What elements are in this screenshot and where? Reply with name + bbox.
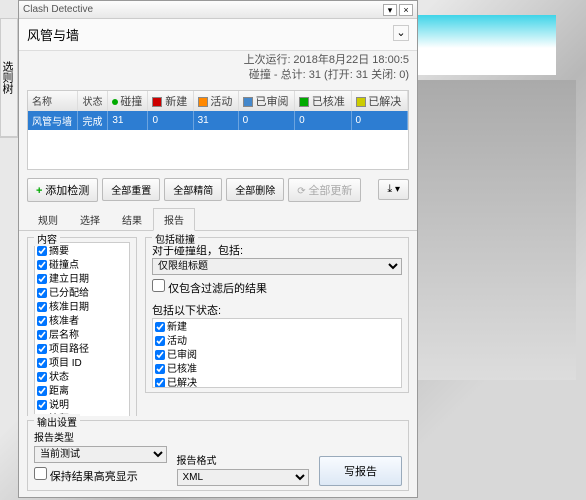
update-all-button[interactable]: ⟳ 全部更新	[288, 178, 361, 202]
group-select[interactable]: 仅限组标题	[152, 258, 402, 275]
test-name: 风管与墙	[27, 25, 79, 44]
pin-icon[interactable]: ▾	[383, 4, 397, 16]
states-checklist[interactable]: 新建活动已审阅已核准已解决	[152, 318, 402, 388]
check-item[interactable]: 距离	[37, 385, 127, 399]
report-type-select[interactable]: 当前测试	[34, 446, 167, 463]
check-item[interactable]: 新建	[155, 321, 399, 335]
grid-header-row: 名称 状态 碰撞 新建 活动 已审阅 已核准 已解决	[28, 91, 408, 111]
tab-results[interactable]: 结果	[111, 208, 153, 230]
check-item[interactable]: 已审阅	[155, 349, 399, 363]
include-legend: 包括碰撞	[152, 231, 198, 246]
export-button[interactable]: ⤓ ▾	[378, 179, 409, 200]
check-item[interactable]: 已分配给	[37, 287, 127, 301]
compact-all-button[interactable]: 全部精简	[164, 178, 222, 201]
tests-grid[interactable]: 名称 状态 碰撞 新建 活动 已审阅 已核准 已解决 风管与墙完成 310 31…	[27, 90, 409, 170]
tab-select[interactable]: 选择	[69, 208, 111, 230]
report-type-label: 报告类型	[34, 429, 167, 444]
filter-only-checkbox[interactable]	[152, 279, 165, 292]
check-item[interactable]: 项目 ID	[37, 357, 127, 371]
reset-all-button[interactable]: 全部重置	[102, 178, 160, 201]
dock-tab[interactable]: 选则树	[0, 19, 17, 137]
tab-rules[interactable]: 规则	[27, 208, 69, 230]
content-checklist[interactable]: 摘要碰撞点建立日期已分配给核准日期核准者层名称项目路径项目 ID状态距离说明注释…	[34, 242, 130, 416]
dock-sidebar[interactable]: 选则树 集合 剖单 | 真	[0, 18, 18, 138]
detail-tabs: 规则 选择 结果 报告	[19, 208, 417, 231]
tests-toolbar: + 添加检测 全部重置 全部精简 全部删除 ⟳ 全部更新 ⤓ ▾	[19, 174, 417, 206]
export-icon: ⤓	[387, 183, 392, 195]
content-legend: 内容	[34, 231, 60, 246]
check-item[interactable]: 活动	[155, 335, 399, 349]
tab-report[interactable]: 报告	[153, 208, 195, 231]
check-item[interactable]: 项目路径	[37, 343, 127, 357]
check-item[interactable]: 核准日期	[37, 301, 127, 315]
check-item[interactable]: 状态	[37, 371, 127, 385]
keep-highlight-checkbox[interactable]	[34, 467, 47, 480]
states-legend: 包括以下状态:	[152, 302, 402, 318]
clash-detective-panel: Clash Detective ▾ × 风管与墙 ⌄ 上次运行: 2018年8月…	[18, 0, 418, 498]
check-item[interactable]: 建立日期	[37, 273, 127, 287]
close-icon[interactable]: ×	[399, 4, 413, 16]
delete-all-button[interactable]: 全部删除	[226, 178, 284, 201]
titlebar[interactable]: Clash Detective ▾ ×	[19, 1, 417, 19]
collapse-icon[interactable]: ⌄	[393, 25, 409, 41]
test-meta: 上次运行: 2018年8月22日 18:00:5 碰撞 - 总计: 31 (打开…	[19, 51, 417, 86]
check-item[interactable]: 摘要	[37, 245, 127, 259]
check-item[interactable]: 已核准	[155, 363, 399, 377]
report-format-label: 报告格式	[177, 452, 310, 467]
check-item[interactable]: 说明	[37, 399, 127, 413]
check-item[interactable]: 层名称	[37, 329, 127, 343]
write-report-button[interactable]: 写报告	[319, 456, 402, 486]
test-header: 风管与墙 ⌄	[19, 19, 417, 51]
grid-row[interactable]: 风管与墙完成 310 310 00	[28, 111, 408, 130]
output-legend: 输出设置	[34, 414, 80, 429]
check-item[interactable]: 已解决	[155, 377, 399, 388]
check-item[interactable]: 核准者	[37, 315, 127, 329]
add-test-button[interactable]: + 添加检测	[27, 178, 98, 202]
check-item[interactable]: 碰撞点	[37, 259, 127, 273]
window-title: Clash Detective	[23, 4, 381, 15]
report-format-select[interactable]: XML	[177, 469, 310, 486]
